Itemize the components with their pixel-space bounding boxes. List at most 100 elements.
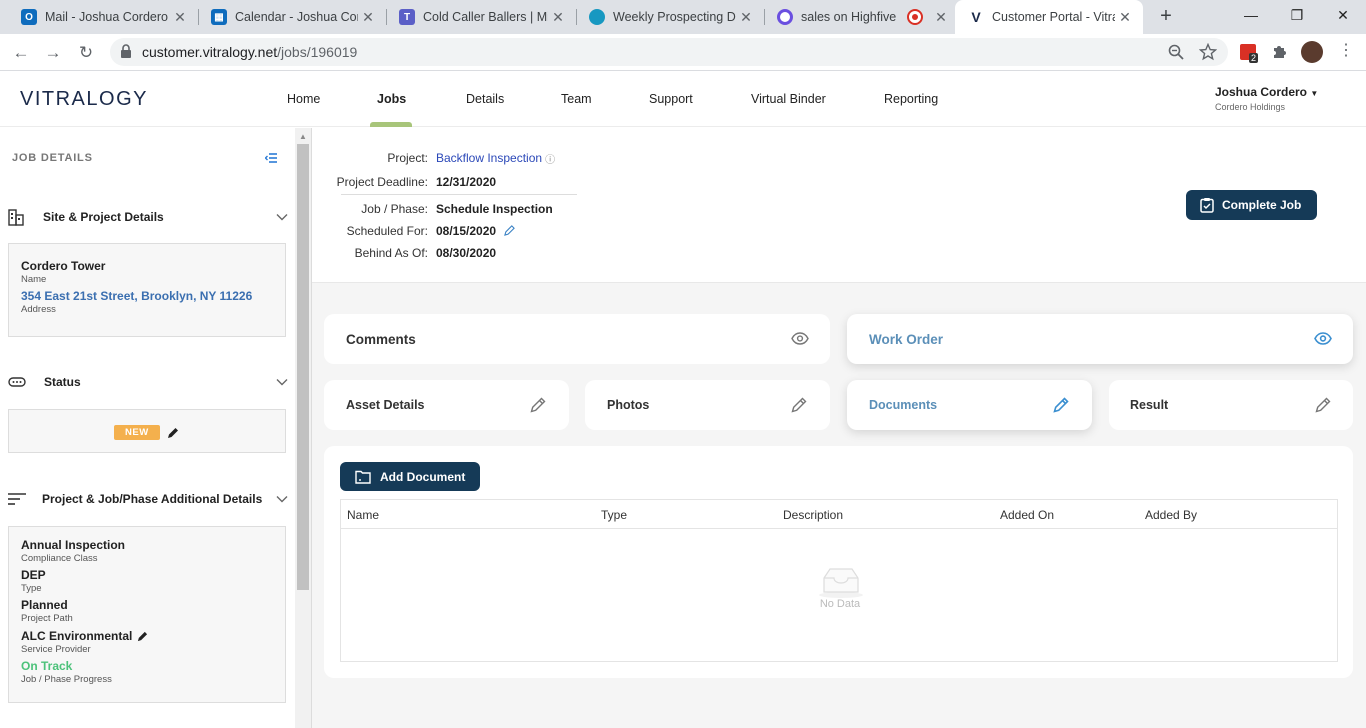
- edit-pencil-icon[interactable]: [791, 397, 807, 413]
- section-heading: Site & Project Details: [43, 210, 164, 224]
- browser-tab-customer-portal[interactable]: V Customer Portal - Vitral ✕: [955, 0, 1143, 34]
- close-icon[interactable]: ✕: [548, 9, 568, 26]
- column-header-added-by[interactable]: Added By: [1145, 508, 1197, 522]
- browser-tab-highfive[interactable]: sales on Highfive: [764, 0, 899, 34]
- divider: [341, 194, 577, 195]
- detail-item: Planned Project Path: [21, 598, 73, 624]
- column-header-added-on[interactable]: Added On: [1000, 508, 1054, 522]
- detail-item: On Track Job / Phase Progress: [21, 659, 112, 685]
- scheduled-label: Scheduled For:: [346, 224, 428, 238]
- close-window-button[interactable]: ✕: [1320, 0, 1366, 30]
- site-address-label: Address: [21, 304, 56, 315]
- browser-tab-mail[interactable]: O Mail - Joshua Cordero - ✕: [8, 0, 198, 34]
- caret-down-icon: ▼: [1310, 89, 1319, 98]
- close-icon[interactable]: ✕: [358, 9, 378, 26]
- nav-reporting[interactable]: Reporting: [884, 92, 938, 106]
- detail-label: Type: [21, 583, 42, 594]
- eye-icon[interactable]: [1314, 332, 1332, 345]
- edit-pencil-icon[interactable]: [167, 427, 179, 439]
- nav-team[interactable]: Team: [561, 92, 592, 106]
- extension-icon[interactable]: 2: [1240, 44, 1259, 63]
- detail-value: DEP: [21, 568, 46, 582]
- section-status[interactable]: Status: [8, 375, 288, 389]
- salesforce-icon: [589, 9, 605, 25]
- forward-button[interactable]: →: [40, 40, 66, 66]
- new-tab-button[interactable]: +: [1154, 5, 1178, 29]
- column-header-type[interactable]: Type: [601, 508, 627, 522]
- reload-button[interactable]: ↻: [73, 40, 99, 66]
- bookmark-star-icon[interactable]: [1199, 43, 1217, 61]
- detail-item: ALC Environmental Service Provider: [21, 629, 148, 655]
- sidebar-scrollbar[interactable]: ▲: [295, 128, 311, 728]
- close-icon[interactable]: ✕: [170, 9, 190, 26]
- deadline-label: Project Deadline:: [336, 175, 428, 189]
- nav-jobs[interactable]: Jobs: [377, 92, 406, 106]
- edit-pencil-icon[interactable]: [1315, 397, 1331, 413]
- scroll-up-arrow-icon[interactable]: ▲: [299, 132, 307, 141]
- browser-tab-recording[interactable]: ✕: [899, 0, 955, 34]
- extensions-puzzle-icon[interactable]: [1271, 44, 1287, 60]
- info-icon[interactable]: ⓘ: [545, 151, 555, 166]
- nav-details[interactable]: Details: [466, 92, 504, 106]
- tile-photos[interactable]: Photos: [585, 380, 830, 430]
- edit-pencil-icon[interactable]: [504, 225, 515, 236]
- tile-documents[interactable]: Documents: [847, 380, 1092, 430]
- back-button[interactable]: ←: [8, 40, 34, 66]
- tile-label: Documents: [869, 398, 938, 412]
- browser-tab-salesforce[interactable]: Weekly Prospecting Da ✕: [576, 0, 764, 34]
- tab-title: Customer Portal - Vitral: [992, 10, 1115, 24]
- chevron-down-icon[interactable]: [276, 378, 288, 386]
- browser-toolbar: ← → ↻ customer.vitralogy.net/jobs/196019…: [0, 34, 1366, 71]
- vitralogy-logo[interactable]: VITRALOGY: [20, 88, 148, 111]
- section-additional-details[interactable]: Project & Job/Phase Additional Details: [8, 492, 288, 506]
- column-header-description[interactable]: Description: [783, 508, 843, 522]
- status-pill-icon: [8, 377, 26, 387]
- edit-pencil-icon[interactable]: [530, 397, 546, 413]
- project-label: Project:: [387, 151, 428, 165]
- add-document-button[interactable]: Add Document: [340, 462, 480, 491]
- tile-result[interactable]: Result: [1109, 380, 1353, 430]
- browser-tab-teams[interactable]: T Cold Caller Ballers | Mic ✕: [386, 0, 576, 34]
- deadline-value: 12/31/2020: [436, 175, 497, 189]
- user-name: Joshua Cordero: [1215, 85, 1308, 99]
- additional-details-card: Annual Inspection Compliance Class DEP T…: [8, 526, 286, 703]
- column-header-name[interactable]: Name: [347, 508, 379, 522]
- edit-pencil-icon[interactable]: [137, 631, 148, 642]
- eye-icon[interactable]: [791, 332, 809, 345]
- chevron-down-icon[interactable]: [276, 495, 288, 503]
- minimize-button[interactable]: —: [1228, 0, 1274, 30]
- site-address-link[interactable]: 354 East 21st Street, Brooklyn, NY 11226: [21, 289, 252, 303]
- browser-tab-calendar[interactable]: ▦ Calendar - Joshua Cord ✕: [198, 0, 386, 34]
- tile-comments[interactable]: Comments: [324, 314, 830, 364]
- address-bar[interactable]: customer.vitralogy.net/jobs/196019: [110, 38, 1228, 66]
- nav-virtual-binder[interactable]: Virtual Binder: [751, 92, 826, 106]
- table-header: Name Type Description Added On Added By: [341, 500, 1337, 529]
- extension-badge: 2: [1249, 53, 1259, 63]
- scrollbar-thumb[interactable]: [297, 144, 309, 590]
- close-icon[interactable]: ✕: [1115, 9, 1135, 26]
- edit-pencil-icon[interactable]: [1053, 397, 1069, 413]
- list-lines-icon: [8, 493, 26, 505]
- menu-kebab-icon[interactable]: ⋮: [1338, 42, 1354, 60]
- close-icon[interactable]: ✕: [931, 9, 951, 26]
- user-menu[interactable]: Joshua Cordero ▼ Cordero Holdings: [1215, 85, 1318, 112]
- status-badge: NEW: [114, 425, 160, 440]
- tab-title: Weekly Prospecting Da: [613, 10, 736, 24]
- project-link[interactable]: Backflow Inspection: [436, 151, 542, 166]
- section-site-project[interactable]: Site & Project Details: [8, 208, 288, 226]
- nav-support[interactable]: Support: [649, 92, 693, 106]
- chevron-down-icon[interactable]: [276, 213, 288, 221]
- close-icon[interactable]: ✕: [736, 9, 756, 26]
- scheduled-value: 08/15/2020: [436, 224, 497, 238]
- user-organization: Cordero Holdings: [1215, 102, 1286, 112]
- tile-work-order[interactable]: Work Order: [847, 314, 1353, 364]
- phase-value: Schedule Inspection: [436, 202, 553, 216]
- profile-avatar[interactable]: [1301, 41, 1323, 63]
- detail-value: Planned: [21, 598, 68, 612]
- complete-job-button[interactable]: Complete Job: [1186, 190, 1317, 220]
- zoom-icon[interactable]: [1167, 43, 1185, 61]
- nav-home[interactable]: Home: [287, 92, 320, 106]
- restore-button[interactable]: ❐: [1274, 0, 1320, 30]
- collapse-sidebar-icon[interactable]: [265, 153, 277, 163]
- tile-asset-details[interactable]: Asset Details: [324, 380, 569, 430]
